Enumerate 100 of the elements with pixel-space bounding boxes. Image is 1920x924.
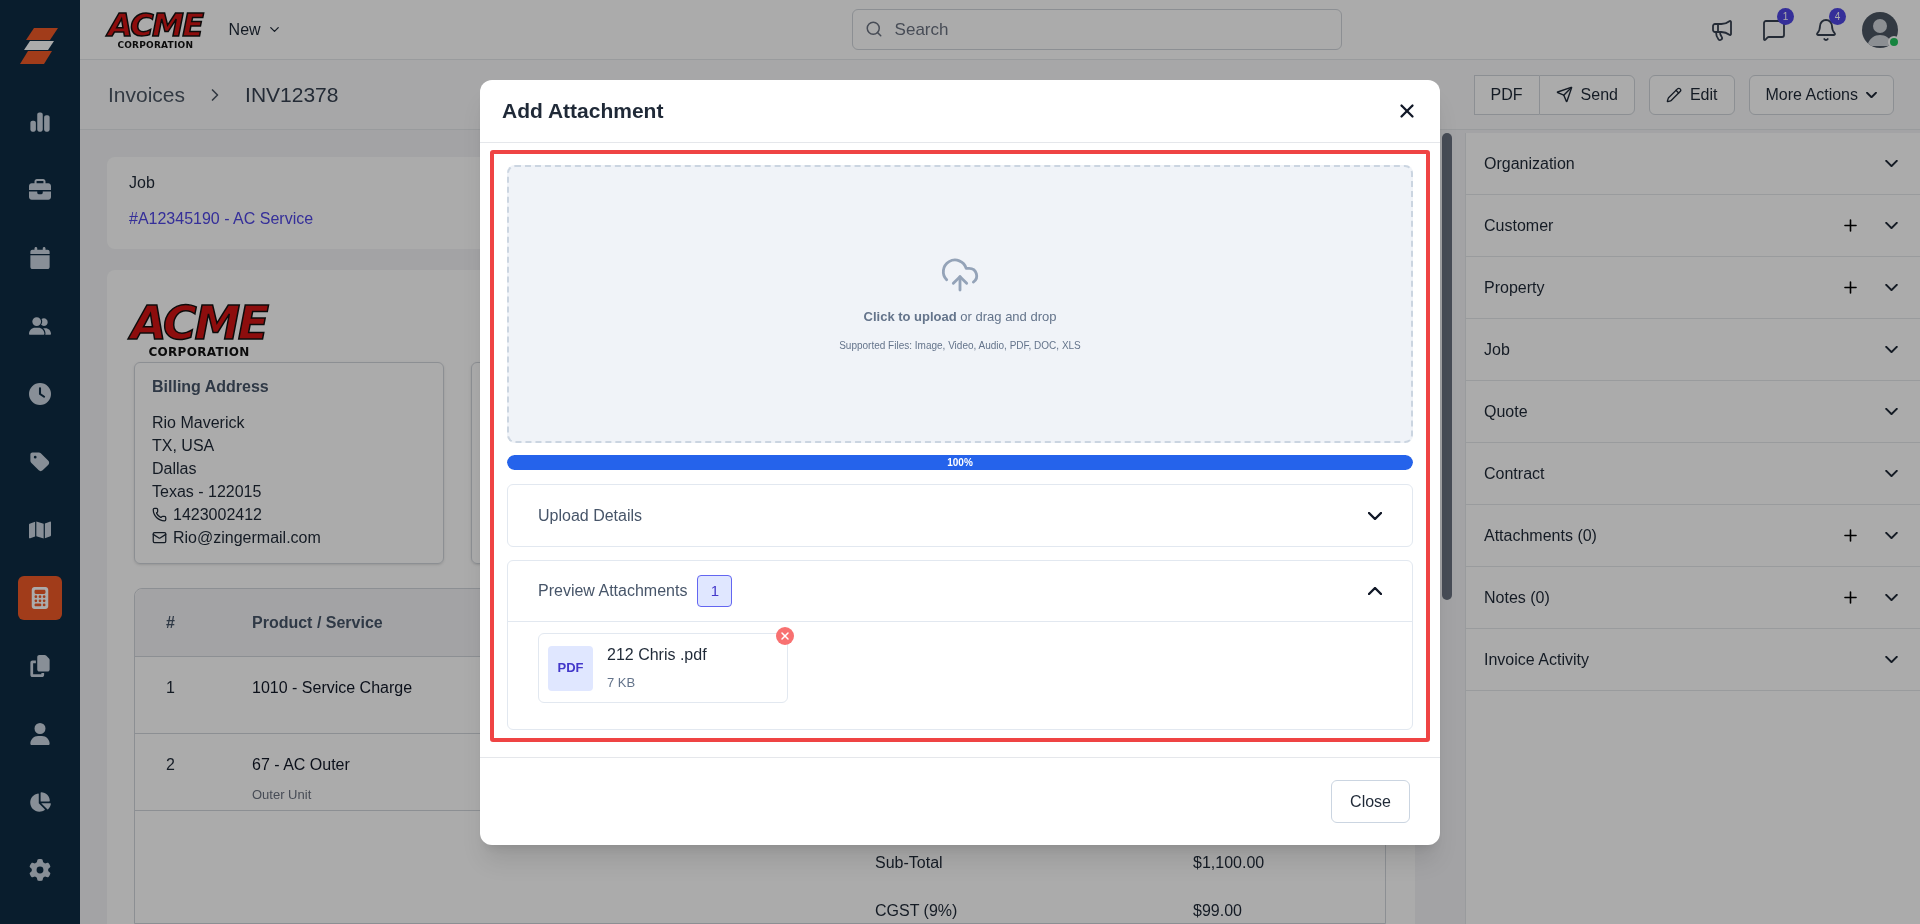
- bar-chart-icon: [29, 111, 51, 133]
- section-title: Property: [1484, 277, 1545, 298]
- chevron-up-icon: [1368, 587, 1382, 595]
- remove-file-icon[interactable]: [776, 627, 794, 645]
- panel-section[interactable]: Quote: [1466, 381, 1920, 443]
- send-button[interactable]: Send: [1538, 74, 1635, 115]
- chevron-down-icon[interactable]: [1885, 222, 1898, 229]
- edit-icon: [1665, 86, 1682, 103]
- address-line: Rio@zingermail.com: [173, 528, 321, 548]
- file-name: 212 Chris .pdf: [607, 645, 707, 666]
- chevron-down-icon[interactable]: [1885, 656, 1898, 663]
- clock-icon: [29, 383, 51, 405]
- section-title: Customer: [1484, 215, 1554, 236]
- panel-section[interactable]: Notes (0): [1466, 567, 1920, 629]
- chevron-down-icon[interactable]: [1885, 470, 1898, 477]
- file-type-icon: PDF: [548, 645, 593, 691]
- upload-dropzone[interactable]: Click to upload or drag and drop Supported Files: Image, Video, Audio, PDF, DOC, XLS: [507, 165, 1413, 443]
- upload-prompt: Click to upload or drag and drop: [863, 307, 1057, 326]
- column-header: #: [165, 612, 176, 633]
- accordion-title: Upload Details: [538, 505, 643, 526]
- panel-section[interactable]: Property: [1466, 257, 1920, 319]
- logo-subtitle: CORPORATION: [148, 346, 250, 358]
- send-icon: [1555, 86, 1573, 103]
- item-description: Outer Unit: [252, 786, 313, 804]
- column-header: Product / Service: [252, 612, 383, 633]
- table-cell-text: 1: [165, 678, 176, 698]
- accordion-header[interactable]: Upload Details: [508, 485, 1412, 546]
- table-cell-text: 67 - AC Outer: [252, 755, 350, 775]
- address-line: Texas - 122015: [152, 482, 262, 502]
- panel-section[interactable]: Organization: [1466, 133, 1920, 195]
- accordion-title: Preview Attachments: [538, 581, 688, 601]
- logo-subtitle: CORPORATION: [117, 41, 194, 50]
- accordion-header[interactable]: Preview Attachments 1: [508, 561, 1412, 622]
- address-line: Rio Maverick: [152, 413, 245, 433]
- attachment-card[interactable]: PDF 212 Chris .pdf 7 KB: [538, 633, 788, 703]
- chevron-down-icon[interactable]: [1885, 160, 1898, 167]
- add-icon[interactable]: [1841, 526, 1860, 545]
- new-menu[interactable]: New: [228, 17, 282, 42]
- count-badge: 1: [697, 575, 733, 607]
- address-line: 1423002412: [173, 505, 262, 525]
- chevron-down-icon: [1866, 91, 1877, 98]
- add-icon[interactable]: [1841, 588, 1860, 607]
- section-title: Job: [1484, 339, 1510, 360]
- calendar-icon: [29, 247, 51, 269]
- supported-files-note: Supported Files: Image, Video, Audio, PDF, DOC, XLS: [839, 339, 1081, 354]
- notification-badge: 4: [1829, 7, 1846, 25]
- close-button[interactable]: Close: [1331, 780, 1410, 823]
- total-value: $99.00: [1193, 901, 1243, 921]
- more-actions-button[interactable]: More Actions: [1748, 74, 1894, 115]
- app-logo-icon: [20, 26, 60, 66]
- avatar[interactable]: [1862, 11, 1898, 48]
- panel-section[interactable]: Attachments (0): [1466, 505, 1920, 567]
- job-link[interactable]: #A12345190 - AC Service: [129, 207, 314, 231]
- add-icon[interactable]: [1841, 278, 1860, 297]
- address-line: Dallas: [152, 459, 197, 479]
- progress-label: 100%: [947, 456, 973, 470]
- section-title: Quote: [1484, 401, 1528, 422]
- search-field[interactable]: Search: [851, 9, 1342, 50]
- file-size: 7 KB: [607, 674, 637, 693]
- total-value: $1,100.00: [1193, 853, 1266, 873]
- breadcrumb-current: INV12378: [245, 81, 339, 108]
- chevron-down-icon[interactable]: [1885, 594, 1898, 601]
- briefcase-icon: [29, 179, 51, 201]
- billing-title: Billing Address: [152, 377, 270, 397]
- pdf-button[interactable]: PDF: [1473, 74, 1539, 115]
- job-label: Job: [129, 173, 156, 193]
- breadcrumb-link[interactable]: Invoices: [108, 78, 186, 111]
- edit-button[interactable]: Edit: [1648, 74, 1735, 115]
- search-icon: [864, 20, 883, 38]
- sidebar-item[interactable]: [18, 576, 62, 620]
- total-label: CGST (9%): [875, 901, 959, 921]
- tag-icon: [29, 451, 51, 473]
- chevron-down-icon[interactable]: [1885, 532, 1898, 539]
- chevron-down-icon[interactable]: [1885, 408, 1898, 415]
- table-cell-text: 1010 - Service Charge: [252, 678, 413, 698]
- section-title: Notes (0): [1484, 587, 1550, 608]
- settings-icon: [29, 859, 51, 881]
- chevron-down-icon: [1368, 511, 1382, 520]
- pie-chart-icon: [29, 791, 51, 813]
- users-icon: [29, 315, 51, 337]
- total-label: Sub-Total: [875, 853, 944, 873]
- dialog-title: Add Attachment: [502, 98, 664, 125]
- documents-icon: [29, 655, 51, 677]
- section-title: Invoice Activity: [1484, 649, 1589, 670]
- chevron-down-icon[interactable]: [1885, 346, 1898, 353]
- panel-section[interactable]: Job: [1466, 319, 1920, 381]
- phone-icon: [152, 507, 167, 522]
- panel-section[interactable]: Invoice Activity: [1466, 629, 1920, 691]
- section-title: Contract: [1484, 463, 1545, 484]
- address-line: TX, USA: [152, 436, 215, 456]
- user-icon: [29, 723, 51, 745]
- notification-badge: 1: [1777, 7, 1794, 25]
- panel-section[interactable]: Customer: [1466, 195, 1920, 257]
- calculator-icon: [29, 587, 51, 609]
- panel-section[interactable]: Contract: [1466, 443, 1920, 505]
- table-cell-text: 2: [165, 755, 176, 775]
- add-icon[interactable]: [1841, 216, 1860, 235]
- chevron-down-icon[interactable]: [1885, 284, 1898, 291]
- section-title: Attachments (0): [1484, 525, 1597, 546]
- section-title: Organization: [1484, 153, 1575, 174]
